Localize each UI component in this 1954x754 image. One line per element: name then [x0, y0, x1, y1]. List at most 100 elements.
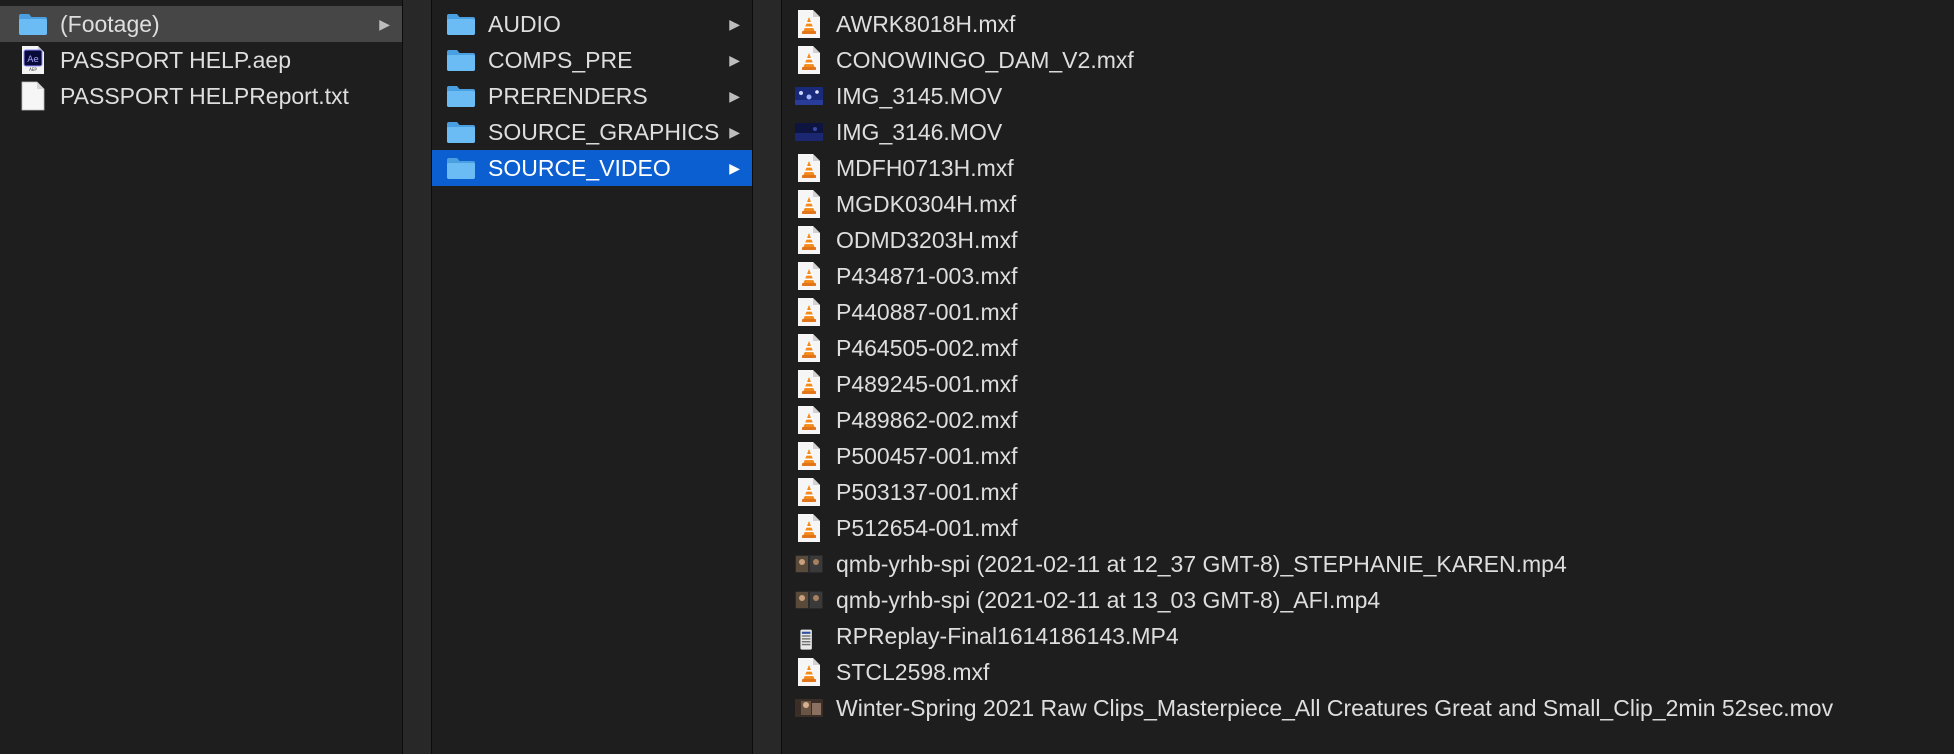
list-item[interactable]: CONOWINGO_DAM_V2.mxf [782, 42, 1954, 78]
item-label: P434871-003.mxf [836, 263, 1018, 289]
video-thumbnail-icon [794, 586, 824, 614]
video-thumbnail-icon [794, 118, 824, 146]
list-item[interactable]: P489862-002.mxf [782, 402, 1954, 438]
list-item[interactable]: P464505-002.mxf [782, 330, 1954, 366]
vlc-file-icon [794, 514, 824, 542]
list-item[interactable]: PRERENDERS ▶ [432, 78, 752, 114]
list-item[interactable]: qmb-yrhb-spi (2021-02-11 at 12_37 GMT-8)… [782, 546, 1954, 582]
vlc-file-icon [794, 10, 824, 38]
folder-icon [446, 154, 476, 182]
vlc-file-icon [794, 370, 824, 398]
after-effects-file-icon: Ae AEP [18, 46, 48, 74]
vlc-file-icon [794, 190, 824, 218]
list-item[interactable]: AUDIO ▶ [432, 6, 752, 42]
video-thumbnail-icon [794, 622, 824, 650]
list-item[interactable]: (Footage) ▶ [0, 6, 402, 42]
vlc-file-icon [794, 658, 824, 686]
chevron-right-icon: ▶ [729, 87, 740, 104]
item-label: IMG_3146.MOV [836, 119, 1003, 145]
chevron-right-icon: ▶ [379, 15, 390, 32]
item-label: P512654-001.mxf [836, 515, 1018, 541]
list-item[interactable]: STCL2598.mxf [782, 654, 1954, 690]
item-label: COMPS_PRE [488, 47, 633, 73]
item-label: PASSPORT HELP.aep [60, 47, 291, 73]
item-label: PASSPORT HELPReport.txt [60, 83, 349, 109]
vlc-file-icon [794, 226, 824, 254]
item-label: MDFH0713H.mxf [836, 155, 1014, 181]
item-label: SOURCE_GRAPHICS [488, 119, 720, 145]
item-label: STCL2598.mxf [836, 659, 990, 685]
item-label: P440887-001.mxf [836, 299, 1018, 325]
list-item[interactable]: MGDK0304H.mxf [782, 186, 1954, 222]
column-resize-handle[interactable] [402, 0, 432, 754]
column-footage: AUDIO ▶ COMPS_PRE ▶ PRERENDERS ▶ SOURCE_GRAPHI… [432, 0, 752, 754]
item-label: qmb-yrhb-spi (2021-02-11 at 13_03 GMT-8)… [836, 587, 1381, 613]
column-resize-handle[interactable] [752, 0, 782, 754]
column-list: (Footage) ▶ Ae AEP PASSPORT HELP.aep PASSPORT… [0, 0, 402, 114]
video-thumbnail-icon [794, 82, 824, 110]
vlc-file-icon [794, 478, 824, 506]
column-source-video: AWRK8018H.mxf CONOWINGO_DAM_V2.mxf IMG_314… [782, 0, 1954, 754]
list-item[interactable]: PASSPORT HELPReport.txt [0, 78, 402, 114]
vlc-file-icon [794, 262, 824, 290]
svg-text:AEP: AEP [29, 67, 37, 72]
item-label: P500457-001.mxf [836, 443, 1018, 469]
list-item[interactable]: AWRK8018H.mxf [782, 6, 1954, 42]
list-item[interactable]: Winter-Spring 2021 Raw Clips_Masterpiece… [782, 690, 1954, 726]
folder-icon [446, 46, 476, 74]
list-item[interactable]: SOURCE_VIDEO ▶ [432, 150, 752, 186]
list-item[interactable]: P434871-003.mxf [782, 258, 1954, 294]
list-item[interactable]: COMPS_PRE ▶ [432, 42, 752, 78]
column-list: AWRK8018H.mxf CONOWINGO_DAM_V2.mxf IMG_314… [782, 0, 1954, 726]
item-label: Winter-Spring 2021 Raw Clips_Masterpiece… [836, 695, 1834, 721]
chevron-right-icon: ▶ [729, 159, 740, 176]
folder-icon [18, 10, 48, 38]
item-label: RPReplay-Final1614186143.MP4 [836, 623, 1179, 649]
item-label: MGDK0304H.mxf [836, 191, 1017, 217]
chevron-right-icon: ▶ [729, 15, 740, 32]
vlc-file-icon [794, 442, 824, 470]
folder-icon [446, 10, 476, 38]
list-item[interactable]: P440887-001.mxf [782, 294, 1954, 330]
item-label: (Footage) [60, 11, 160, 37]
list-item[interactable]: ODMD3203H.mxf [782, 222, 1954, 258]
vlc-file-icon [794, 46, 824, 74]
folder-icon [446, 118, 476, 146]
vlc-file-icon [794, 154, 824, 182]
list-item[interactable]: RPReplay-Final1614186143.MP4 [782, 618, 1954, 654]
list-item[interactable]: Ae AEP PASSPORT HELP.aep [0, 42, 402, 78]
chevron-right-icon: ▶ [729, 51, 740, 68]
item-label: AWRK8018H.mxf [836, 11, 1016, 37]
text-file-icon [18, 81, 48, 111]
item-label: P489862-002.mxf [836, 407, 1018, 433]
column-list: AUDIO ▶ COMPS_PRE ▶ PRERENDERS ▶ SOURCE_GRAPHI… [432, 0, 752, 186]
vlc-file-icon [794, 406, 824, 434]
vlc-file-icon [794, 298, 824, 326]
list-item[interactable]: IMG_3146.MOV [782, 114, 1954, 150]
list-item[interactable]: P500457-001.mxf [782, 438, 1954, 474]
column-root: (Footage) ▶ Ae AEP PASSPORT HELP.aep PASSPORT… [0, 0, 402, 754]
item-label: ODMD3203H.mxf [836, 227, 1018, 253]
list-item[interactable]: P489245-001.mxf [782, 366, 1954, 402]
list-item[interactable]: P512654-001.mxf [782, 510, 1954, 546]
chevron-right-icon: ▶ [729, 123, 740, 140]
item-label: IMG_3145.MOV [836, 83, 1003, 109]
vlc-file-icon [794, 334, 824, 362]
item-label: AUDIO [488, 11, 561, 37]
list-item[interactable]: IMG_3145.MOV [782, 78, 1954, 114]
video-thumbnail-icon [794, 550, 824, 578]
list-item[interactable]: MDFH0713H.mxf [782, 150, 1954, 186]
item-label: P464505-002.mxf [836, 335, 1018, 361]
list-item[interactable]: P503137-001.mxf [782, 474, 1954, 510]
item-label: P503137-001.mxf [836, 479, 1018, 505]
folder-icon [446, 82, 476, 110]
list-item[interactable]: SOURCE_GRAPHICS ▶ [432, 114, 752, 150]
item-label: PRERENDERS [488, 83, 648, 109]
item-label: CONOWINGO_DAM_V2.mxf [836, 47, 1134, 73]
item-label: qmb-yrhb-spi (2021-02-11 at 12_37 GMT-8)… [836, 551, 1567, 577]
svg-text:Ae: Ae [27, 55, 39, 65]
item-label: SOURCE_VIDEO [488, 155, 671, 181]
list-item[interactable]: qmb-yrhb-spi (2021-02-11 at 13_03 GMT-8)… [782, 582, 1954, 618]
item-label: P489245-001.mxf [836, 371, 1018, 397]
video-thumbnail-icon [794, 694, 824, 722]
